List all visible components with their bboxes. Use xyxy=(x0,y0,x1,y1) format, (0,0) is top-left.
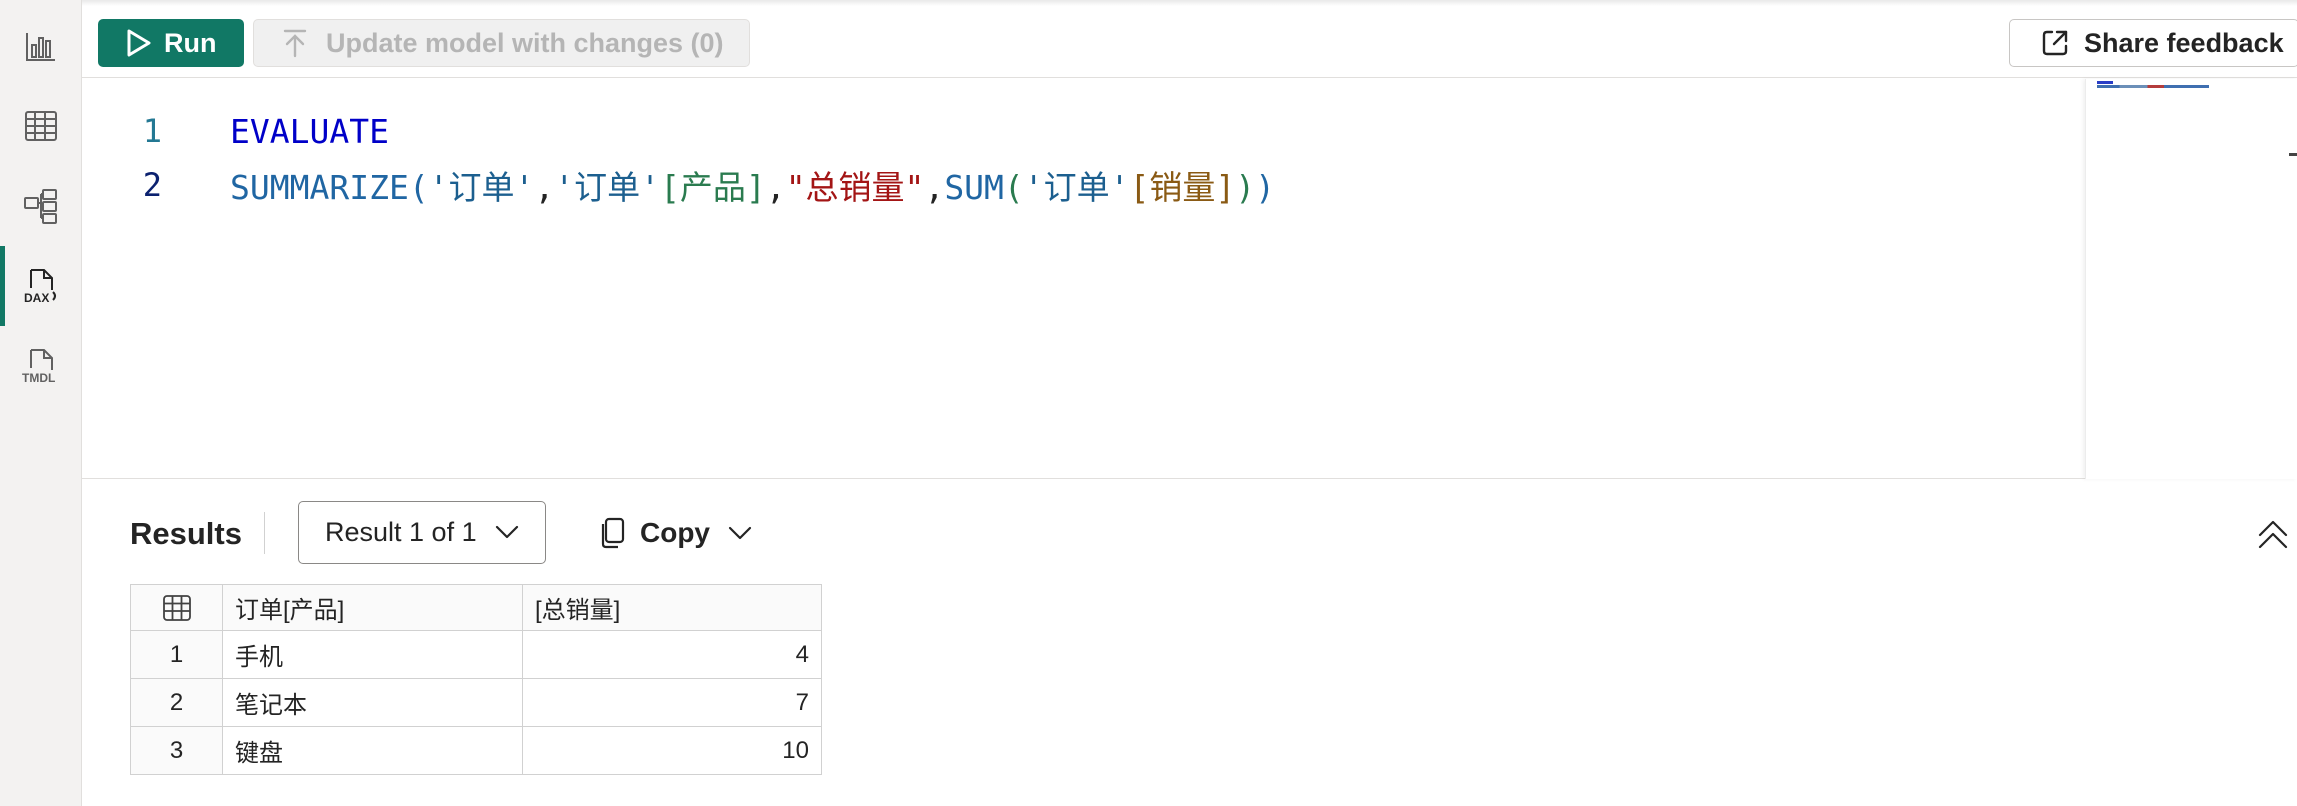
row-number: 3 xyxy=(130,726,223,775)
chevron-double-up-icon xyxy=(2258,520,2288,549)
product-cell[interactable]: 手机 xyxy=(222,630,523,679)
table-row: 2 笔记本 7 xyxy=(130,678,822,727)
string-literal: "总销量" xyxy=(785,168,925,207)
column-reference: [销量] xyxy=(1129,168,1236,207)
tmdl-file-icon: TMDL xyxy=(22,349,55,385)
dax-query-view-button[interactable]: DAX xyxy=(0,246,82,326)
tmdl-view-button[interactable]: TMDL xyxy=(0,326,82,406)
update-model-label: Update model with changes (0) xyxy=(326,27,724,58)
run-button[interactable]: Run xyxy=(98,19,244,67)
code-line-2[interactable]: 2 SUMMARIZE('订单','订单'[产品],"总销量",SUM('订单'… xyxy=(82,161,2082,209)
dax-code-editor[interactable]: 1 EVALUATE 2 SUMMARIZE('订单','订单'[产品],"总销… xyxy=(82,79,2297,479)
query-toolbar: Run Update model with changes (0) Share … xyxy=(82,6,2297,78)
divider xyxy=(264,512,265,554)
chevron-down-icon xyxy=(495,525,519,539)
table-row: 3 键盘 10 xyxy=(130,726,822,775)
column-header-product[interactable]: 订单[产品] xyxy=(222,584,523,631)
sum-function: SUM xyxy=(944,168,1004,207)
table-row: 1 手机 4 xyxy=(130,630,822,679)
arrow-upload-icon xyxy=(283,29,307,58)
code-text-2: SUMMARIZE('订单','订单'[产品],"总销量",SUM('订单'[销… xyxy=(230,168,1276,207)
row-number: 2 xyxy=(130,678,223,727)
table-grid-icon xyxy=(25,111,57,141)
svg-text:DAX: DAX xyxy=(24,291,49,305)
table-reference: '订单' xyxy=(1023,168,1130,207)
results-table: 订单[产品] [总销量] 1 手机 4 2 笔记本 7 3 键盘 10 xyxy=(130,584,822,775)
result-selector-dropdown[interactable]: Result 1 of 1 xyxy=(298,501,546,564)
row-number: 1 xyxy=(130,630,223,679)
view-switcher-rail: DAX TMDL xyxy=(0,0,82,806)
copy-icon xyxy=(601,517,625,548)
total-sales-cell[interactable]: 10 xyxy=(522,726,822,775)
result-selector-value: Result 1 of 1 xyxy=(325,517,477,547)
model-hierarchy-icon xyxy=(24,189,57,224)
total-sales-cell[interactable]: 4 xyxy=(522,630,822,679)
play-icon xyxy=(127,29,151,57)
results-pane-header: Results Result 1 of 1 Copy xyxy=(82,480,2297,580)
minimap-line xyxy=(2097,85,2209,88)
table-reference: '订单' xyxy=(428,168,535,207)
open-external-icon xyxy=(2042,30,2068,56)
update-model-button[interactable]: Update model with changes (0) xyxy=(253,19,750,67)
minimap-slider-edge xyxy=(2289,153,2297,156)
evaluate-keyword: EVALUATE xyxy=(230,111,389,151)
total-sales-cell[interactable]: 7 xyxy=(522,678,822,727)
code-text-1: EVALUATE xyxy=(230,112,389,151)
minimap-line xyxy=(2097,81,2113,84)
code-line-1[interactable]: 1 EVALUATE xyxy=(82,107,2082,155)
bar-chart-icon xyxy=(26,33,55,61)
model-view-button[interactable] xyxy=(0,166,82,246)
line-number: 1 xyxy=(142,112,162,150)
table-header-row: 订单[产品] [总销量] xyxy=(130,584,822,631)
copy-button[interactable]: Copy xyxy=(600,501,752,564)
table-reference: '订单' xyxy=(554,168,661,207)
chevron-down-icon xyxy=(728,526,752,539)
line-number: 2 xyxy=(142,166,162,204)
svg-text:TMDL: TMDL xyxy=(22,371,55,385)
results-title: Results xyxy=(130,516,242,551)
report-view-button[interactable] xyxy=(0,6,82,86)
share-feedback-label: Share feedback xyxy=(2084,27,2284,58)
product-cell[interactable]: 键盘 xyxy=(222,726,523,775)
dax-file-icon: DAX xyxy=(24,269,56,305)
collapse-results-button[interactable] xyxy=(2256,518,2290,552)
code-minimap[interactable] xyxy=(2085,79,2297,479)
share-feedback-button[interactable]: Share feedback xyxy=(2009,19,2297,67)
summarize-function: SUMMARIZE xyxy=(230,168,409,207)
select-all-cell[interactable] xyxy=(130,584,223,631)
column-reference: [产品] xyxy=(660,168,766,207)
run-button-label: Run xyxy=(164,27,217,58)
table-view-button[interactable] xyxy=(0,86,82,166)
product-cell[interactable]: 笔记本 xyxy=(222,678,523,727)
column-header-total-sales[interactable]: [总销量] xyxy=(522,584,822,631)
table-grid-icon xyxy=(162,594,191,621)
copy-label: Copy xyxy=(640,516,710,548)
